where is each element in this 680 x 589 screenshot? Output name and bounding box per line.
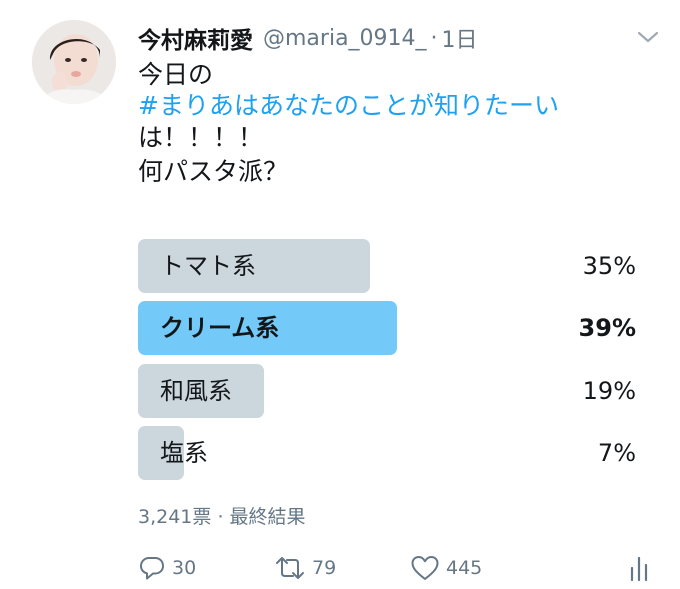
poll-option[interactable]: 和風系 19% bbox=[138, 364, 636, 418]
poll-option-percent: 19% bbox=[582, 377, 636, 405]
poll-option-label: 塩系 bbox=[160, 439, 208, 467]
retweet-icon bbox=[276, 557, 304, 579]
reply-icon bbox=[140, 557, 164, 580]
reply-count: 30 bbox=[172, 557, 197, 579]
poll-option-percent: 35% bbox=[582, 252, 636, 280]
hashtag-link[interactable]: #まりあはあなたのことが知りたーい bbox=[138, 91, 559, 121]
poll-status: 最終結果 bbox=[229, 506, 306, 528]
poll-option-label: トマト系 bbox=[160, 252, 256, 280]
retweet-button[interactable]: 79 bbox=[274, 550, 336, 586]
poll-option-percent: 7% bbox=[597, 439, 636, 467]
tweet-text-line-3: は！！！！ bbox=[138, 123, 264, 152]
tweet-text-line-4: 何パスタ派？ bbox=[138, 157, 289, 186]
analytics-icon bbox=[630, 556, 648, 582]
like-button[interactable]: 445 bbox=[410, 550, 482, 586]
like-icon bbox=[411, 556, 439, 580]
poll-meta: 3,241票 · 最終結果 bbox=[138, 502, 306, 529]
poll-option-label: 和風系 bbox=[160, 377, 232, 405]
reply-button[interactable]: 30 bbox=[138, 550, 196, 586]
poll-option[interactable]: トマト系 35% bbox=[138, 239, 636, 293]
tweet-header: 今村麻莉愛 @maria_0914_ · 1日 bbox=[138, 20, 478, 56]
header-separator: · bbox=[430, 25, 438, 51]
poll-option-label: クリーム系 bbox=[160, 314, 280, 342]
analytics-button[interactable] bbox=[628, 550, 650, 586]
timestamp[interactable]: 1日 bbox=[442, 22, 478, 54]
vote-count: 3,241票 bbox=[138, 506, 212, 528]
meta-separator: · bbox=[217, 506, 224, 528]
poll-option[interactable]: クリーム系 39% bbox=[138, 301, 636, 355]
poll-option-percent: 39% bbox=[578, 314, 636, 342]
like-count: 445 bbox=[446, 557, 483, 579]
avatar[interactable] bbox=[32, 20, 116, 104]
chevron-down-icon[interactable] bbox=[636, 28, 660, 46]
display-name[interactable]: 今村麻莉愛 bbox=[138, 21, 253, 55]
retweet-count: 79 bbox=[312, 557, 337, 579]
tweet-text-line-1: 今日の bbox=[138, 60, 214, 89]
poll-option[interactable]: 塩系 7% bbox=[138, 426, 636, 480]
user-handle[interactable]: @maria_0914_ bbox=[263, 26, 427, 51]
avatar-image bbox=[32, 20, 116, 104]
